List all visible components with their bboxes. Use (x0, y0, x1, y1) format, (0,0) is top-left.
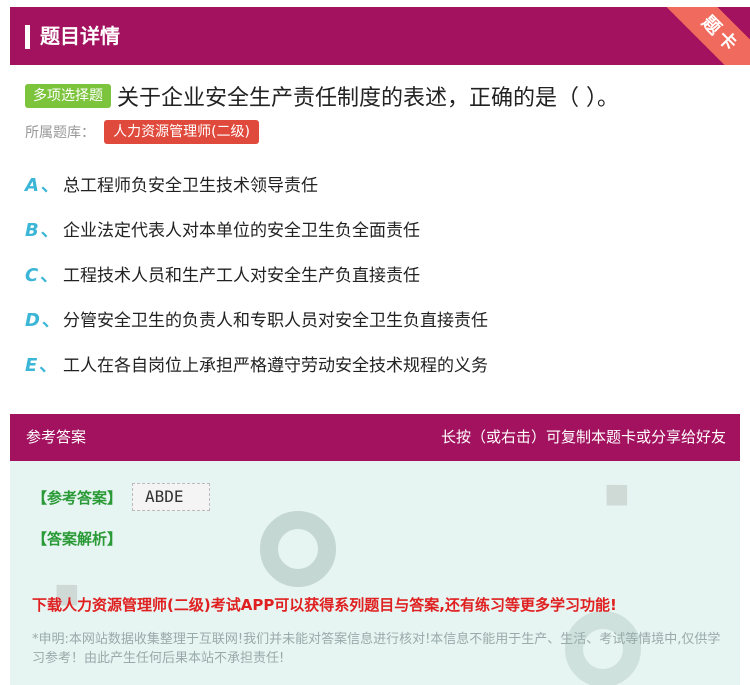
option-text: 工人在各自岗位上承担严格遵守劳动安全技术规程的义务 (63, 356, 488, 376)
option-letter: B、 (25, 220, 59, 241)
share-hint: 长按（或右击）可复制本题卡或分享给好友 (440, 428, 726, 446)
option-letter: E、 (25, 355, 58, 376)
option-text: 工程技术人员和生产工人对安全生产负直接责任 (63, 266, 420, 286)
option-letter: C、 (25, 265, 59, 286)
watermark-text: ◆ (588, 467, 641, 519)
options-list: A、 总工程师负安全卫生技术领导责任 B、 企业法定代表人对本单位的安全卫生负全… (25, 172, 740, 397)
header-accent-bar (25, 25, 30, 49)
page-header: 题目详情 题卡 (10, 7, 750, 65)
option-text: 企业法定代表人对本单位的安全卫生负全面责任 (63, 221, 420, 241)
question-block: 多项选择题 关于企业安全生产责任制度的表述，正确的是（ ）。 (25, 80, 740, 112)
answer-label: 【参考答案】 (32, 489, 123, 507)
option-a[interactable]: A、 总工程师负安全卫生技术领导责任 (25, 172, 740, 217)
option-e[interactable]: E、 工人在各自岗位上承担严格遵守劳动安全技术规程的义务 (25, 352, 740, 397)
page-title: 题目详情 (40, 24, 120, 48)
answer-section-title: 参考答案 (26, 428, 87, 446)
option-text: 分管安全卫生的负责人和专职人员对安全卫生负直接责任 (63, 311, 488, 331)
analysis-label: 【答案解析】 (32, 530, 123, 548)
option-text: 总工程师负安全卫生技术领导责任 (63, 176, 318, 196)
question-card-ribbon[interactable]: 题卡 (664, 7, 750, 65)
watermark-logo (260, 511, 336, 587)
answer-value[interactable]: ABDE (132, 483, 210, 511)
answer-section-body: ◆ ◆ 【参考答案】 ABDE 【答案解析】 下载人力资源管理师(二级)考试AP… (10, 461, 740, 685)
option-letter: D、 (25, 310, 60, 331)
ribbon-label: 题卡 (697, 11, 744, 58)
download-app-promo[interactable]: 下载人力资源管理师(二级)考试APP可以获得系列题目与答案,还有练习等更多学习功… (32, 594, 617, 615)
option-c[interactable]: C、 工程技术人员和生产工人对安全生产负直接责任 (25, 262, 740, 307)
question-text: 关于企业安全生产责任制度的表述，正确的是（ ）。 (117, 86, 619, 111)
option-d[interactable]: D、 分管安全卫生的负责人和专职人员对安全卫生负直接责任 (25, 307, 740, 352)
option-b[interactable]: B、 企业法定代表人对本单位的安全卫生负全面责任 (25, 217, 740, 262)
question-bank-tag[interactable]: 人力资源管理师(二级) (104, 120, 260, 144)
question-bank-label: 所属题库： (25, 125, 95, 141)
answer-section-header: 参考答案 长按（或右击）可复制本题卡或分享给好友 (10, 414, 740, 461)
question-type-badge: 多项选择题 (25, 84, 111, 108)
question-bank-row: 所属题库： 人力资源管理师(二级) (25, 120, 260, 144)
disclaimer-text: *申明:本网站数据收集整理于互联网!我们并未能对答案信息进行核对!本信息不能用于… (32, 632, 721, 666)
option-letter: A、 (25, 175, 59, 196)
